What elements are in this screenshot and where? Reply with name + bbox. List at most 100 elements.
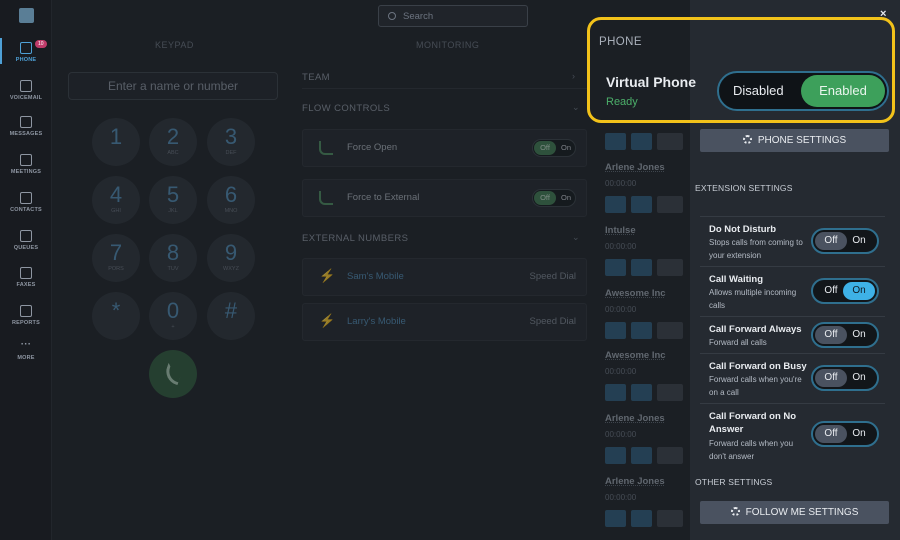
message-contact-button[interactable] [631,384,652,401]
external-numbers-section-toggle[interactable]: EXTERNAL NUMBERS [302,233,408,244]
extension-settings-header: EXTENSION SETTINGS [695,183,793,193]
key-3[interactable]: 3 DEF [207,118,255,166]
force-open-toggle[interactable]: Off On [532,139,576,157]
nav-item-contacts[interactable]: CONTACTS [0,192,52,213]
call-contact-button[interactable] [605,133,626,150]
key-0[interactable]: 0 + [149,292,197,340]
more-actions-button[interactable] [657,322,683,339]
nav-item-more[interactable]: ··· MORE [0,340,52,362]
list-item[interactable]: Awesome Inc 00:00:00 [605,350,695,376]
messages-icon [20,116,32,128]
list-item[interactable]: Arlene Jones 00:00:00 [605,476,695,502]
dial-input[interactable]: Enter a name or number [68,72,278,100]
list-item[interactable]: Arlene Jones 00:00:00 [605,413,695,439]
external-number-label[interactable]: Larry's Mobile [347,316,406,327]
call-forward-busy-toggle[interactable]: Off On [811,365,879,391]
message-contact-button[interactable] [631,447,652,464]
key-1[interactable]: 1 [92,118,140,166]
external-number-label[interactable]: Sam's Mobile [347,271,404,282]
toggle-on: On [560,193,571,202]
contact-name[interactable]: Awesome Inc [605,350,695,361]
team-section-toggle[interactable]: TEAM [302,72,330,83]
message-contact-button[interactable] [631,322,652,339]
contact-timer: 00:00:00 [605,493,637,502]
message-contact-button[interactable] [631,133,652,150]
follow-me-settings-button[interactable]: FOLLOW ME SETTINGS [700,501,889,524]
call-contact-button[interactable] [605,259,626,276]
nav-item-meetings[interactable]: MEETINGS [0,154,52,175]
call-forward-always-toggle[interactable]: Off On [811,322,879,348]
more-actions-button[interactable] [657,196,683,213]
speed-dial-label[interactable]: Speed Dial [530,271,576,282]
search-placeholder: Search [403,11,434,22]
search-input[interactable]: Search [378,5,528,27]
key-4[interactable]: 4 GHI [92,176,140,224]
setting-row-call-waiting: Call Waiting Allows multiple incoming ca… [700,266,885,316]
nav-item-voicemail[interactable]: VOICEMAIL [0,80,52,101]
nav-item-queues[interactable]: QUEUES [0,230,52,251]
list-item[interactable]: Awesome Inc 00:00:00 [605,288,695,314]
external-number-item[interactable]: Sam's Mobile Speed Dial [302,258,587,296]
flow-controls-section-toggle[interactable]: FLOW CONTROLS [302,103,390,114]
list-item[interactable]: Intulse 00:00:00 [605,225,695,251]
queues-icon [20,230,32,242]
call-waiting-toggle[interactable]: Off On [811,278,879,304]
external-number-item[interactable]: Larry's Mobile Speed Dial [302,303,587,341]
call-contact-button[interactable] [605,322,626,339]
contact-name[interactable]: Awesome Inc [605,288,695,299]
more-actions-button[interactable] [657,133,683,150]
more-actions-button[interactable] [657,259,683,276]
setting-row-call-forward-no-answer: Call Forward on No Answer Forward calls … [700,403,885,467]
key-star[interactable]: * [92,292,140,340]
app-logo [19,8,34,23]
toggle-on[interactable]: On [843,326,875,344]
contact-name[interactable]: Arlene Jones [605,162,695,173]
call-contact-button[interactable] [605,510,626,527]
setting-description: Allows multiple incoming calls [709,288,797,310]
meetings-icon [20,154,32,166]
message-contact-button[interactable] [631,510,652,527]
call-contact-button[interactable] [605,447,626,464]
toggle-on[interactable]: On [843,369,875,387]
contact-timer: 00:00:00 [605,305,637,314]
key-5[interactable]: 5 JKL [149,176,197,224]
message-contact-button[interactable] [631,196,652,213]
speed-dial-label[interactable]: Speed Dial [530,316,576,327]
call-contact-button[interactable] [605,196,626,213]
toggle-off: Off [534,191,556,205]
nav-item-reports[interactable]: REPORTS [0,305,52,326]
more-actions-button[interactable] [657,510,683,527]
contact-timer: 00:00:00 [605,179,637,188]
more-actions-button[interactable] [657,384,683,401]
more-actions-button[interactable] [657,447,683,464]
force-external-toggle[interactable]: Off On [532,189,576,207]
contact-name[interactable]: Arlene Jones [605,476,695,487]
contact-name[interactable]: Intulse [605,225,695,236]
key-digit: * [111,298,121,323]
chevron-down-icon: ⌄ [572,232,580,242]
toggle-on[interactable]: On [843,232,875,250]
key-6[interactable]: 6 MNO [207,176,255,224]
setting-title: Do Not Disturb [709,224,777,235]
key-hash[interactable]: # [207,292,255,340]
nav-item-messages[interactable]: MESSAGES [0,116,52,137]
toggle-on[interactable]: On [843,282,875,300]
toggle-on[interactable]: On [843,425,875,443]
setting-title: Call Waiting [709,274,764,285]
key-9[interactable]: 9 WXYZ [207,234,255,282]
message-contact-button[interactable] [631,259,652,276]
key-7[interactable]: 7 PORS [92,234,140,282]
key-2[interactable]: 2 ABC [149,118,197,166]
call-button[interactable] [149,350,197,398]
key-letters: WXYZ [223,266,239,272]
setting-description: Stops calls from coming to your extensio… [709,238,803,260]
key-8[interactable]: 8 TUV [149,234,197,282]
nav-item-faxes[interactable]: FAXES [0,267,52,288]
phone-settings-button[interactable]: PHONE SETTINGS [700,129,889,152]
contact-name[interactable]: Arlene Jones [605,413,695,424]
call-forward-no-answer-toggle[interactable]: Off On [811,421,879,447]
call-contact-button[interactable] [605,384,626,401]
list-item[interactable]: Arlene Jones 00:00:00 [605,162,695,188]
do-not-disturb-toggle[interactable]: Off On [811,228,879,254]
search-icon [388,12,396,20]
